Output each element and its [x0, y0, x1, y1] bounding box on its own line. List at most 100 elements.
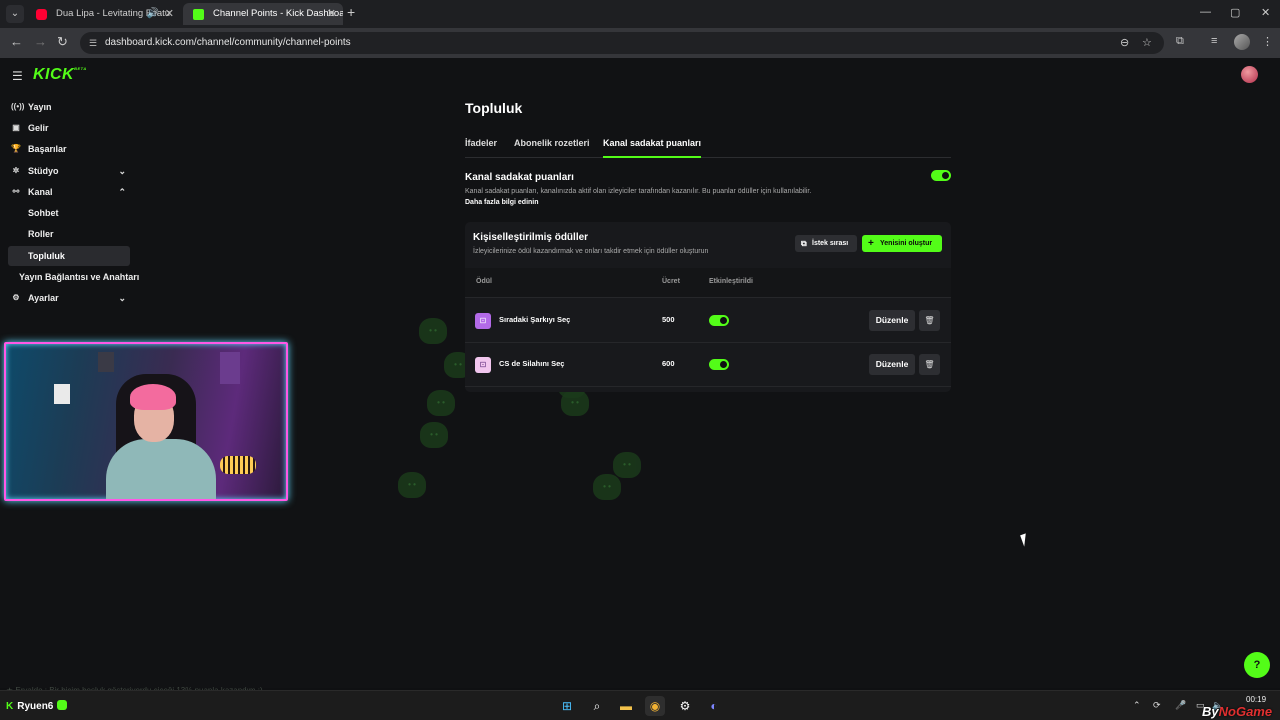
- bookmark-star-icon[interactable]: ☆: [1142, 32, 1152, 54]
- close-tab-icon[interactable]: ✕: [327, 3, 336, 25]
- speaker-icon[interactable]: 🔊: [147, 3, 159, 25]
- reward-name: Sıradaki Şarkıyı Seç: [499, 315, 571, 324]
- section-title: Kanal sadakat puanları: [465, 172, 574, 183]
- sidebar-item-yayin[interactable]: ((•)) Yayın: [8, 97, 130, 117]
- sync-icon[interactable]: ⟳: [1153, 700, 1161, 711]
- app-icon[interactable]: ⚙: [675, 696, 695, 716]
- reward-name: CS de Silahını Seç: [499, 359, 565, 368]
- forward-button[interactable]: →: [34, 34, 47, 49]
- browser-tab-bar: ⌄ Dua Lipa - Levitating Featu 🔊 ✕ Channe…: [0, 0, 1280, 28]
- webcam-background-item: [220, 352, 240, 384]
- sidebar-item-label: Kanal: [28, 187, 53, 197]
- hamburger-menu-icon[interactable]: ☰: [12, 69, 23, 83]
- emote-icon: • •: [593, 474, 621, 500]
- zoom-icon[interactable]: ⊖: [1120, 32, 1129, 54]
- emote-icon: • •: [398, 472, 426, 498]
- media-control-icon[interactable]: ≡: [1211, 35, 1217, 47]
- table-row: ⊡ CS de Silahını Seç 600 Düzenle 🗑: [465, 343, 951, 387]
- webcam-background-item: [54, 384, 70, 404]
- reward-icon: ⊡: [475, 313, 491, 329]
- edit-reward-button[interactable]: Düzenle: [869, 354, 915, 375]
- sidebar-item-label: Başarılar: [28, 144, 67, 154]
- sidebar-item-label: Yayın: [28, 102, 52, 112]
- delete-icon[interactable]: 🗑: [919, 310, 940, 331]
- sidebar-item-sohbet[interactable]: Sohbet: [8, 203, 130, 223]
- tab-channel-points[interactable]: Kanal sadakat puanları: [603, 138, 702, 158]
- close-window-button[interactable]: ✕: [1261, 6, 1270, 19]
- reward-enabled-toggle[interactable]: [709, 315, 729, 326]
- tab-emotes[interactable]: İfadeler: [465, 138, 497, 158]
- emote-icon: • •: [420, 422, 448, 448]
- rewards-table-header: Ödül Ücret Etkinleştirildi: [465, 268, 951, 298]
- column-header-enabled: Etkinleştirildi: [709, 278, 753, 285]
- create-new-reward-button[interactable]: + Yenisini oluştur: [862, 235, 942, 252]
- button-label: Yenisini oluştur: [880, 240, 933, 247]
- youtube-icon: [36, 9, 47, 20]
- sidebar-item-topluluk[interactable]: Topluluk: [8, 246, 130, 266]
- webcam-lamp: [220, 456, 256, 474]
- sidebar-item-gelir[interactable]: ▣ Gelir: [8, 118, 130, 138]
- kick-icon: [193, 9, 204, 20]
- sidebar-item-basarilar[interactable]: 🏆 Başarılar: [8, 139, 130, 159]
- learn-more-link[interactable]: Daha fazla bilgi edinin: [465, 199, 539, 206]
- tab-title: Channel Points - Kick Dashboar: [213, 8, 343, 19]
- sidebar-item-stream-key[interactable]: Yayın Bağlantısı ve Anahtarı: [8, 267, 143, 287]
- browser-toolbar: ← → ↻ ☰ dashboard.kick.com/channel/commu…: [0, 28, 1280, 58]
- reload-button[interactable]: ↻: [57, 34, 68, 50]
- new-tab-button[interactable]: +: [347, 4, 355, 20]
- sidebar-item-label: Gelir: [28, 123, 49, 133]
- column-header-reward: Ödül: [476, 278, 492, 285]
- microphone-icon[interactable]: 🎤: [1175, 700, 1186, 711]
- windows-start-icon[interactable]: ⊞: [557, 696, 577, 716]
- clock-time: 00:19: [1246, 695, 1267, 704]
- webcam-background-item: [98, 352, 114, 372]
- channel-points-toggle[interactable]: [931, 170, 951, 181]
- sidebar-item-label: Stüdyo: [28, 166, 59, 176]
- wallet-icon: ▣: [12, 123, 20, 132]
- table-row: ⊡ Sıradaki Şarkıyı Seç 500 Düzenle 🗑: [465, 299, 951, 343]
- search-icon[interactable]: ⌕: [587, 696, 607, 716]
- taskbar-clock[interactable]: 00:19: [1246, 695, 1266, 704]
- sidebar-item-roller[interactable]: Roller: [8, 224, 130, 244]
- site-info-icon[interactable]: ☰: [89, 32, 97, 54]
- address-bar[interactable]: ☰ dashboard.kick.com/channel/community/c…: [80, 32, 1164, 54]
- delete-icon[interactable]: 🗑: [919, 354, 940, 375]
- reward-cost: 500: [662, 315, 675, 324]
- edit-reward-button[interactable]: Düzenle: [869, 310, 915, 331]
- discord-icon[interactable]: ◐: [704, 696, 724, 716]
- tab-search-button[interactable]: ⌄: [6, 5, 24, 23]
- minimize-button[interactable]: —: [1200, 6, 1211, 18]
- plus-icon: +: [868, 238, 874, 249]
- request-queue-button[interactable]: ⧉ İstek sırası: [795, 235, 857, 252]
- user-avatar[interactable]: [1241, 66, 1258, 83]
- sidebar-item-kanal[interactable]: ⚯ Kanal ⌃: [8, 182, 130, 202]
- back-button[interactable]: ←: [10, 34, 23, 49]
- close-tab-icon[interactable]: ✕: [165, 3, 174, 25]
- studio-icon: ✲: [12, 166, 20, 175]
- chevron-down-icon: ⌄: [118, 166, 126, 176]
- file-explorer-icon[interactable]: ▬: [616, 696, 636, 716]
- settings-icon: ⚙: [12, 293, 20, 302]
- username-text: Ryuen6: [17, 701, 54, 712]
- reward-icon: ⊡: [475, 357, 491, 373]
- chrome-icon[interactable]: ◉: [645, 696, 665, 716]
- emote-icon: • •: [419, 318, 447, 344]
- logo-beta-tag: BETA: [74, 66, 87, 71]
- reward-enabled-toggle[interactable]: [709, 359, 729, 370]
- browser-profile-avatar[interactable]: [1234, 34, 1250, 50]
- page-title: Topluluk: [465, 100, 523, 116]
- help-chat-icon[interactable]: ?: [1244, 652, 1270, 678]
- card-subtitle: İzleyicilerinize ödül kazandırmak ve onl…: [473, 248, 709, 255]
- browser-menu-icon[interactable]: ⋮: [1262, 35, 1273, 48]
- tray-chevron-icon[interactable]: ⌃: [1133, 700, 1141, 711]
- kick-logo[interactable]: KICKBETA: [33, 66, 87, 84]
- tab-subscriber-badges[interactable]: Abonelik rozetleri: [514, 138, 590, 158]
- emote-icon: • •: [613, 452, 641, 478]
- browser-tab-youtube[interactable]: Dua Lipa - Levitating Featu 🔊 ✕: [26, 3, 181, 25]
- sidebar-item-studyo[interactable]: ✲ Stüdyo ⌄: [8, 161, 130, 181]
- extensions-icon[interactable]: ⧉: [1176, 35, 1184, 48]
- sidebar-item-ayarlar[interactable]: ⚙ Ayarlar ⌄: [8, 288, 130, 308]
- restore-button[interactable]: ▢: [1230, 6, 1240, 19]
- browser-tab-kick[interactable]: Channel Points - Kick Dashboar ✕: [183, 3, 343, 25]
- webcam-person: [130, 384, 176, 410]
